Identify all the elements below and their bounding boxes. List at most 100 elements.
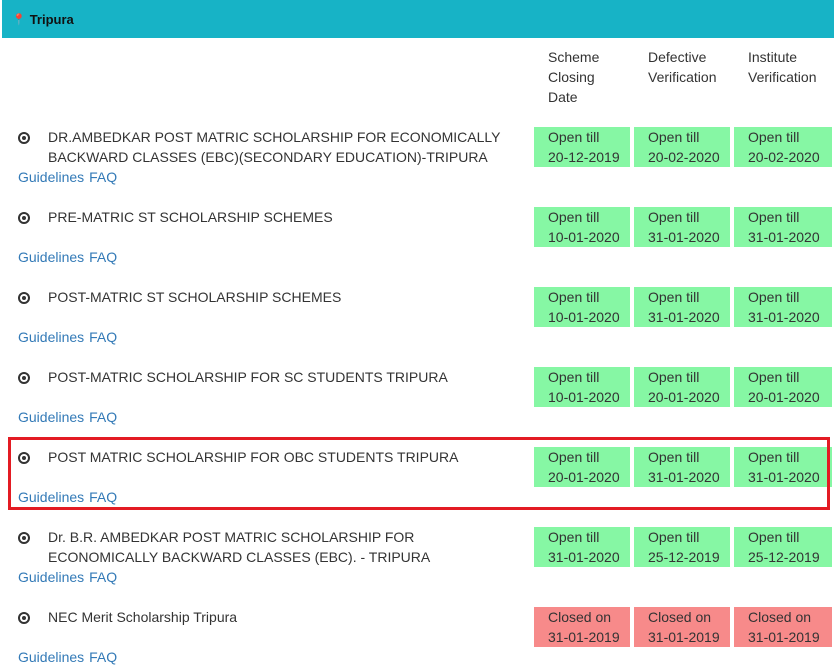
status-badge: Open till 31-01-2020 — [534, 527, 630, 567]
scheme-row: POST MATRIC SCHOLARSHIP FOR OBC STUDENTS… — [0, 447, 834, 507]
guidelines-link[interactable]: Guidelines — [18, 329, 84, 345]
scheme-radio-button[interactable] — [18, 612, 30, 624]
status-text: Open till — [748, 129, 800, 145]
scheme-links: Guidelines FAQ — [18, 647, 122, 667]
status-text: 31-01-2020 — [748, 309, 820, 325]
column-head-line: Verification — [648, 69, 717, 85]
status-badge: Open till 10-01-2020 — [534, 207, 630, 247]
status-badge: Open till 20-02-2020 — [634, 127, 730, 167]
faq-link[interactable]: FAQ — [89, 649, 117, 665]
column-head-institute-verification: Institute Verification — [748, 47, 834, 87]
column-head-scheme-closing: Scheme Closing Date — [548, 47, 638, 107]
scheme-radio-button[interactable] — [18, 372, 30, 384]
guidelines-link[interactable]: Guidelines — [18, 489, 84, 505]
status-text: 31-01-2020 — [748, 229, 820, 245]
status-text: 20-01-2020 — [548, 469, 620, 485]
status-text: Closed on — [548, 609, 612, 625]
scheme-radio-button[interactable] — [18, 212, 30, 224]
status-text: Closed on — [648, 609, 712, 625]
scheme-links: Guidelines FAQ — [18, 407, 122, 427]
status-text: Open till — [748, 289, 800, 305]
guidelines-link[interactable]: Guidelines — [18, 169, 84, 185]
status-text: Open till — [648, 209, 700, 225]
column-head-line: Verification — [748, 69, 817, 85]
faq-link[interactable]: FAQ — [89, 169, 117, 185]
status-text: 31-01-2020 — [648, 469, 720, 485]
guidelines-link[interactable]: Guidelines — [18, 649, 84, 665]
faq-link[interactable]: FAQ — [89, 489, 117, 505]
status-text: Open till — [748, 209, 800, 225]
scheme-title: DR.AMBEDKAR POST MATRIC SCHOLARSHIP FOR … — [48, 129, 501, 165]
column-head-defective-verification: Defective Verification — [648, 47, 738, 87]
status-text: 31-01-2019 — [748, 629, 820, 645]
scheme-links: Guidelines FAQ — [18, 487, 122, 507]
status-badge: Closed on 31-01-2019 — [634, 607, 730, 647]
status-text: Open till — [648, 529, 700, 545]
status-text: Open till — [648, 289, 700, 305]
status-text: Open till — [548, 209, 600, 225]
column-head-line: Date — [548, 89, 578, 105]
guidelines-link[interactable]: Guidelines — [18, 249, 84, 265]
status-text: Open till — [548, 529, 600, 545]
status-text: Open till — [648, 369, 700, 385]
map-pin-icon: 📍 — [12, 13, 26, 26]
status-text: Open till — [548, 289, 600, 305]
status-badge: Closed on 31-01-2019 — [534, 607, 630, 647]
status-text: 31-01-2019 — [648, 629, 720, 645]
status-text: 20-01-2020 — [748, 389, 820, 405]
status-text: 31-01-2020 — [548, 549, 620, 565]
status-text: 20-01-2020 — [648, 389, 720, 405]
column-head-line: Scheme — [548, 49, 600, 65]
faq-link[interactable]: FAQ — [89, 569, 117, 585]
status-badge: Open till 31-01-2020 — [634, 287, 730, 327]
scheme-radio-button[interactable] — [18, 132, 30, 144]
status-badge: Open till 20-01-2020 — [534, 447, 630, 487]
scheme-links: Guidelines FAQ — [18, 327, 122, 347]
status-text: 20-02-2020 — [648, 149, 720, 165]
status-text: Open till — [648, 129, 700, 145]
status-text: Open till — [548, 449, 600, 465]
status-text: 25-12-2019 — [648, 549, 720, 565]
status-text: 25-12-2019 — [748, 549, 820, 565]
status-text: 10-01-2020 — [548, 229, 620, 245]
scheme-radio-button[interactable] — [18, 452, 30, 464]
status-text: Closed on — [748, 609, 812, 625]
status-text: 20-02-2020 — [748, 149, 820, 165]
status-text: Open till — [548, 129, 600, 145]
faq-link[interactable]: FAQ — [89, 409, 117, 425]
scheme-radio-button[interactable] — [18, 532, 30, 544]
status-text: 20-12-2019 — [548, 149, 620, 165]
scheme-row: NEC Merit Scholarship Tripura Guidelines F… — [0, 607, 834, 667]
state-header[interactable]: 📍 Tripura — [2, 0, 834, 38]
status-badge: Open till 20-01-2020 — [734, 367, 832, 407]
faq-link[interactable]: FAQ — [89, 329, 117, 345]
scheme-title: POST-MATRIC SCHOLARSHIP FOR SC STUDENTS … — [48, 369, 448, 385]
scheme-title: POST MATRIC SCHOLARSHIP FOR OBC STUDENTS… — [48, 449, 459, 465]
faq-link[interactable]: FAQ — [89, 249, 117, 265]
scheme-row: POST-MATRIC SCHOLARSHIP FOR SC STUDENTS … — [0, 367, 834, 427]
status-text: 31-01-2020 — [648, 229, 720, 245]
status-text: 31-01-2020 — [648, 309, 720, 325]
status-text: 31-01-2020 — [748, 469, 820, 485]
guidelines-link[interactable]: Guidelines — [18, 409, 84, 425]
status-badge: Open till 31-01-2020 — [634, 207, 730, 247]
scheme-row: PRE-MATRIC ST SCHOLARSHIP SCHEMES Guideli… — [0, 207, 834, 267]
status-badge: Open till 10-01-2020 — [534, 287, 630, 327]
scheme-links: Guidelines FAQ — [18, 567, 122, 587]
status-badge: Open till 20-01-2020 — [634, 367, 730, 407]
status-badge: Closed on 31-01-2019 — [734, 607, 832, 647]
status-badge: Open till 25-12-2019 — [634, 527, 730, 567]
status-badge: Open till 31-01-2020 — [634, 447, 730, 487]
status-text: 10-01-2020 — [548, 389, 620, 405]
scheme-radio-button[interactable] — [18, 292, 30, 304]
scheme-links: Guidelines FAQ — [18, 167, 122, 187]
guidelines-link[interactable]: Guidelines — [18, 569, 84, 585]
status-badge: Open till 31-01-2020 — [734, 447, 832, 487]
status-badge: Open till 31-01-2020 — [734, 207, 832, 247]
state-title: Tripura — [29, 11, 74, 27]
status-text: Open till — [748, 449, 800, 465]
column-head-line: Institute — [748, 49, 798, 65]
scheme-row: POST-MATRIC ST SCHOLARSHIP SCHEMES Guidel… — [0, 287, 834, 347]
status-badge: Open till 20-12-2019 — [534, 127, 630, 167]
status-badge: Open till 31-01-2020 — [734, 287, 832, 327]
